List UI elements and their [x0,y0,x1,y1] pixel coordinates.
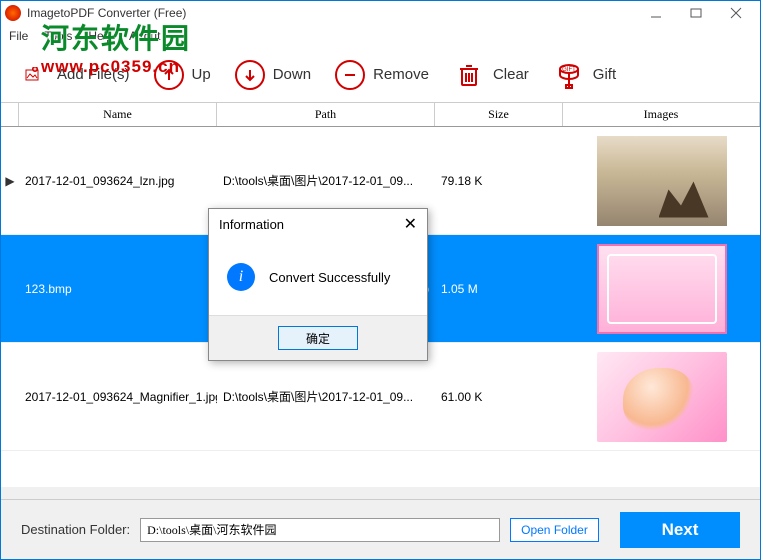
down-button[interactable]: Down [235,60,311,90]
remove-button[interactable]: Remove [335,60,429,90]
bottom-bar: Destination Folder: Open Folder Next [1,499,760,559]
cell-name: 2017-12-01_093624_Magnifier_1.jpg [19,390,217,404]
cell-thumb [563,352,760,442]
cell-path: D:\tools\桌面\图片\2017-12-01_09... [217,172,435,189]
destination-input[interactable] [140,518,500,542]
add-files-label: Add File(s) [57,66,130,83]
dialog-header[interactable]: Information ✕ [209,209,427,239]
row-marker: ▶ [1,174,19,188]
col-images[interactable]: Images [563,103,760,126]
up-label: Up [192,66,211,83]
menu-bar: File Tools Help About [1,25,760,47]
cell-thumb [563,244,760,334]
thumbnail-image [597,352,727,442]
minimize-button[interactable] [636,1,676,25]
clear-button[interactable]: Clear [453,59,529,91]
menu-about[interactable]: About [129,29,160,43]
dialog-body: i Convert Successfully [209,239,427,315]
arrow-down-icon [235,60,265,90]
toolbar: Add File(s) Up Down Remove Clear GIFT Gi… [1,47,760,103]
col-size[interactable]: Size [435,103,563,126]
title-bar: ImagetoPDF Converter (Free) [1,1,760,25]
cell-size: 79.18 K [435,174,563,188]
next-button[interactable]: Next [620,512,740,548]
menu-file[interactable]: File [9,29,28,43]
trash-icon [453,59,485,91]
up-button[interactable]: Up [154,60,211,90]
dialog-close-icon[interactable]: ✕ [404,214,417,234]
clear-label: Clear [493,66,529,83]
destination-label: Destination Folder: [21,522,130,537]
dialog-ok-button[interactable]: 确定 [278,326,358,350]
cell-size: 61.00 K [435,390,563,404]
app-icon [5,5,21,21]
info-dialog: Information ✕ i Convert Successfully 确定 [208,208,428,361]
cell-name: 2017-12-01_093624_lzn.jpg [19,174,217,188]
add-files-button[interactable]: Add File(s) [17,59,130,91]
table-header: Name Path Size Images [1,103,760,127]
cell-name: 123.bmp [19,282,217,296]
minus-icon [335,60,365,90]
dialog-message: Convert Successfully [269,270,390,285]
menu-tools[interactable]: Tools [44,29,72,43]
window-title: ImagetoPDF Converter (Free) [27,6,186,20]
arrow-up-icon [154,60,184,90]
thumbnail-image [597,244,727,334]
cell-thumb [563,136,760,226]
dialog-buttons: 确定 [209,315,427,360]
open-folder-button[interactable]: Open Folder [510,518,599,542]
gift-icon: GIFT [553,59,585,91]
col-path[interactable]: Path [217,103,435,126]
col-marker [1,103,19,126]
gift-button[interactable]: GIFT Gift [553,59,616,91]
cell-path: D:\tools\桌面\图片\2017-12-01_09... [217,388,435,405]
thumbnail-image [597,136,727,226]
svg-text:GIFT: GIFT [562,67,576,73]
menu-help[interactable]: Help [88,29,113,43]
down-label: Down [273,66,311,83]
maximize-button[interactable] [676,1,716,25]
add-files-icon [17,59,49,91]
gift-label: Gift [593,66,616,83]
remove-label: Remove [373,66,429,83]
close-button[interactable] [716,1,756,25]
dialog-title: Information [219,217,284,232]
info-icon: i [227,263,255,291]
cell-size: 1.05 M [435,282,563,296]
col-name[interactable]: Name [19,103,217,126]
